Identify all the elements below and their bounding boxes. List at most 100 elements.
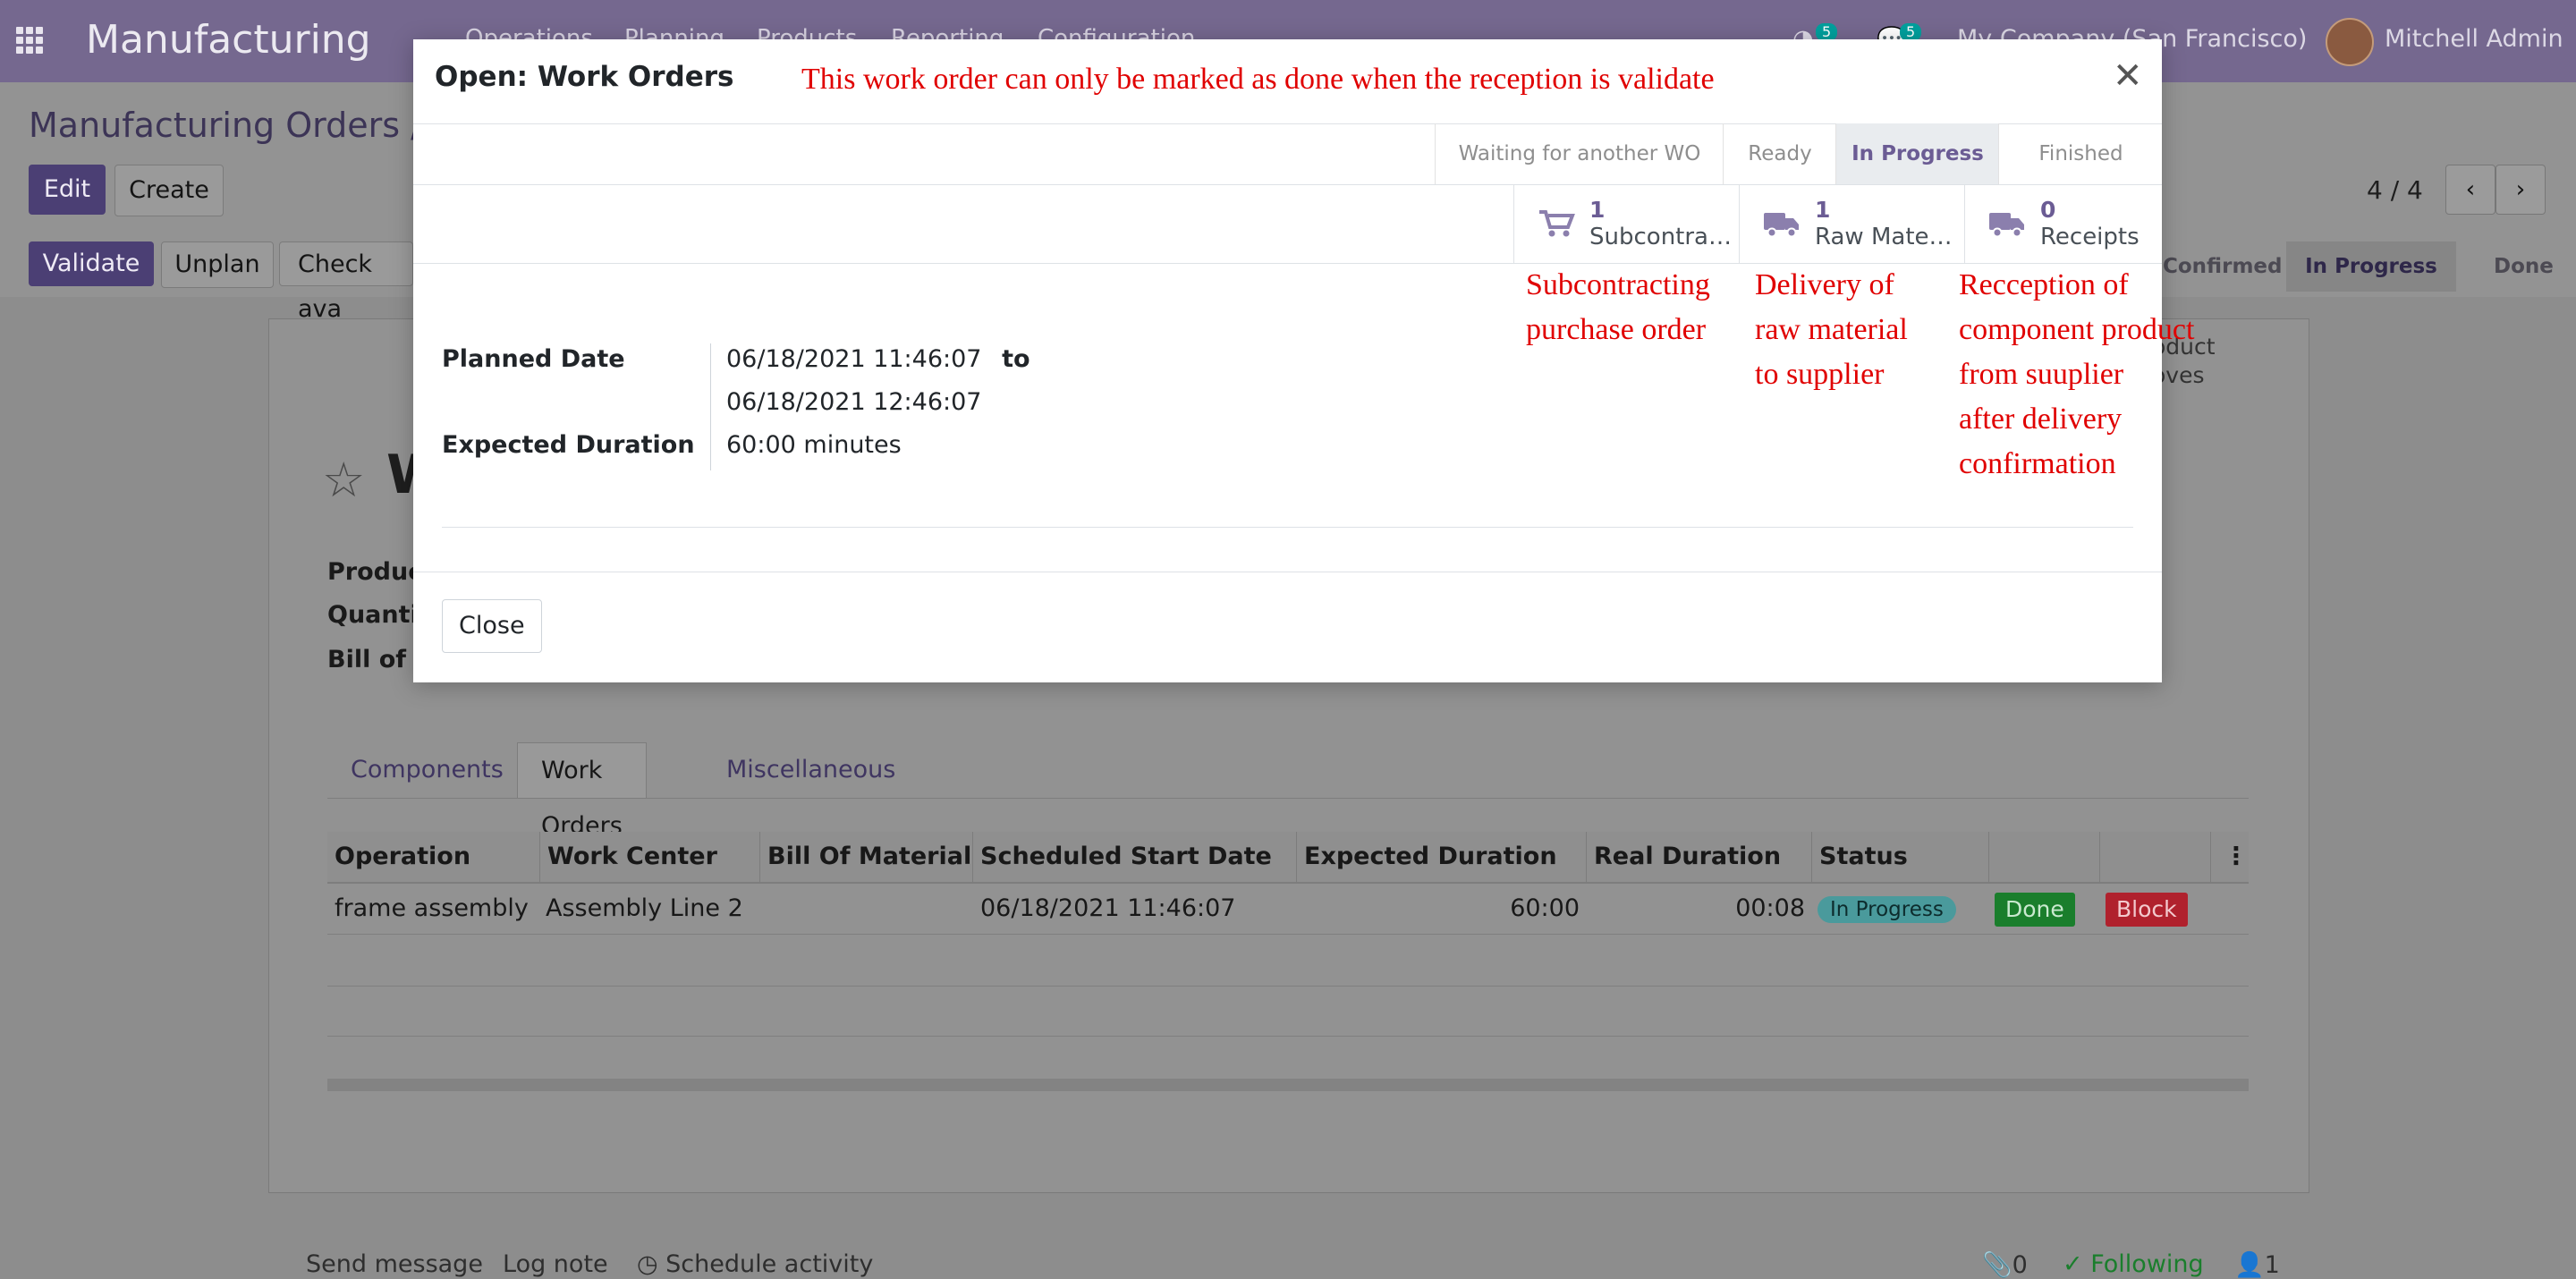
schedule-activity-button[interactable]: ◷ Schedule activity: [637, 1250, 873, 1278]
column-work-center[interactable]: Work Center: [540, 832, 760, 882]
planned-date-from: 06/18/2021 11:46:07: [726, 345, 982, 373]
dialog-header: Open: Work Orders This work order can on…: [413, 39, 2162, 124]
expected-duration-label: Expected Duration: [442, 431, 695, 459]
receipts-smart-button[interactable]: 0 Receipts: [1964, 184, 2163, 263]
app-name[interactable]: Manufacturing: [86, 13, 371, 68]
planned-date-to[interactable]: 06/18/2021 12:46:07: [726, 388, 981, 416]
close-button[interactable]: Close: [442, 599, 542, 653]
following-label: Following: [2090, 1250, 2204, 1278]
unplan-button[interactable]: Unplan: [161, 241, 274, 288]
column-operation[interactable]: Operation: [327, 832, 540, 882]
receipts-count: 0: [2040, 197, 2056, 223]
truck-icon: [1764, 213, 1799, 238]
check-availability-button[interactable]: Check ava: [279, 241, 413, 323]
edit-button[interactable]: Edit: [29, 165, 106, 215]
annotation-line: Subcontracting: [1526, 268, 1710, 301]
cell-real-duration: 00:08: [1735, 894, 1805, 922]
stage-finished[interactable]: Finished: [1998, 123, 2163, 184]
paperclip-icon: 📎: [1982, 1251, 2012, 1279]
horizontal-scrollbar[interactable]: [327, 1079, 2249, 1091]
planned-date-value[interactable]: 06/18/2021 11:46:07 to: [726, 345, 1030, 373]
schedule-activity-label: Schedule activity: [665, 1250, 874, 1278]
column-options-icon[interactable]: ⋮: [2224, 832, 2249, 882]
tab-work-orders[interactable]: Work Orders: [517, 742, 647, 840]
followers-count: 1: [2264, 1251, 2280, 1279]
product-label: Produc: [327, 558, 423, 586]
table-row-empty: [327, 936, 2249, 987]
following-button[interactable]: ✓ Following: [2063, 1250, 2204, 1278]
annotation-line: from suuplier: [1959, 358, 2124, 391]
followers-button[interactable]: 👤1: [2234, 1250, 2280, 1279]
table-row[interactable]: frame assembly Assembly Line 2 06/18/202…: [327, 884, 2249, 935]
activity-count-badge: 5: [1816, 23, 1838, 41]
dialog-footer: Close: [413, 572, 2162, 683]
column-expected-duration[interactable]: Expected Duration: [1297, 832, 1587, 882]
user-avatar[interactable]: [2326, 18, 2374, 66]
block-button[interactable]: Block: [2106, 893, 2188, 927]
table-row-empty: [327, 986, 2249, 1037]
annotation-line: to supplier: [1755, 358, 1885, 391]
pager-value[interactable]: 4 / 4: [2367, 175, 2423, 205]
column-block-action: [2100, 832, 2211, 882]
annotation-line: Delivery of: [1755, 268, 1894, 301]
work-order-dialog: Open: Work Orders This work order can on…: [413, 39, 2194, 683]
column-status[interactable]: Status: [1812, 832, 1989, 882]
create-button[interactable]: Create: [114, 165, 224, 216]
attachments-count: 0: [2012, 1251, 2028, 1279]
annotation-line: component product: [1959, 313, 2195, 346]
annotation-receipts: Recception of component product from suu…: [1959, 263, 2194, 487]
apps-menu-icon[interactable]: [16, 27, 43, 54]
log-note-button[interactable]: Log note: [503, 1250, 608, 1278]
form-divider: [442, 527, 2133, 528]
clock-icon: ◷: [637, 1250, 666, 1278]
subcontracting-smart-button[interactable]: 1 Subcontra…: [1513, 184, 1740, 263]
attachments-button[interactable]: 📎0: [1982, 1250, 2028, 1279]
receipts-label: Receipts: [2040, 224, 2140, 250]
expected-duration-field[interactable]: 60:00 minutes: [726, 431, 902, 459]
planned-date-to-label: to: [1002, 345, 1030, 373]
cell-work-center: Assembly Line 2: [546, 894, 743, 922]
dialog-title: Open: Work Orders: [435, 61, 734, 93]
planned-date-label: Planned Date: [442, 345, 625, 373]
stage-ready[interactable]: Ready: [1723, 123, 1836, 184]
tab-components[interactable]: Components: [327, 742, 527, 798]
close-icon[interactable]: ✕: [2113, 55, 2143, 97]
user-menu[interactable]: Mitchell Admin: [2385, 25, 2563, 53]
raw-material-smart-button[interactable]: 1 Raw Mate…: [1739, 184, 1965, 263]
raw-material-count: 1: [1815, 197, 1831, 223]
stage-waiting[interactable]: Waiting for another WO: [1435, 123, 1724, 184]
column-done-action: [1989, 832, 2100, 882]
table-header: Operation Work Center Bill Of Material S…: [327, 832, 2249, 884]
field-separator: [710, 343, 711, 470]
status-in-progress[interactable]: In Progress: [2286, 241, 2456, 292]
annotation-line: purchase order: [1526, 313, 1707, 346]
check-icon: ✓: [2063, 1250, 2091, 1278]
tabs-divider: [327, 798, 2249, 799]
truck-icon: [1989, 213, 2024, 238]
pager-previous-button[interactable]: ‹: [2445, 165, 2496, 215]
subcontracting-count: 1: [1589, 197, 1606, 223]
done-button[interactable]: Done: [1995, 893, 2075, 927]
column-scheduled-start[interactable]: Scheduled Start Date: [973, 832, 1297, 882]
star-icon[interactable]: ☆: [322, 452, 365, 508]
cell-operation: frame assembly: [335, 894, 529, 922]
cell-scheduled-start: 06/18/2021 11:46:07: [980, 894, 1236, 922]
annotation-raw-material: Delivery of raw material to supplier: [1755, 263, 1908, 397]
column-bill-of-material[interactable]: Bill Of Material: [760, 832, 973, 882]
send-message-button[interactable]: Send message: [306, 1250, 483, 1278]
pager-next-button[interactable]: ›: [2496, 165, 2546, 215]
smart-button-box: 1 Subcontra… 1 Raw Mate… 0 Receipts: [413, 184, 2162, 264]
messages-count-badge: 5: [1900, 23, 1922, 41]
status-done[interactable]: Done: [2494, 241, 2554, 292]
raw-material-label: Raw Mate…: [1815, 224, 1953, 250]
validate-button[interactable]: Validate: [29, 241, 154, 286]
breadcrumb: Manufacturing Orders /: [29, 106, 422, 145]
tab-miscellaneous[interactable]: Miscellaneous: [703, 742, 919, 798]
annotation-line: Recception of: [1959, 268, 2129, 301]
stage-in-progress[interactable]: In Progress: [1835, 123, 1999, 184]
expected-duration-value: 60:00: [726, 431, 796, 459]
cart-icon: [1539, 210, 1575, 237]
annotation-done-condition: This work order can only be marked as do…: [801, 63, 1715, 96]
column-real-duration[interactable]: Real Duration: [1587, 832, 1812, 882]
breadcrumb-root[interactable]: Manufacturing Orders: [29, 106, 400, 145]
